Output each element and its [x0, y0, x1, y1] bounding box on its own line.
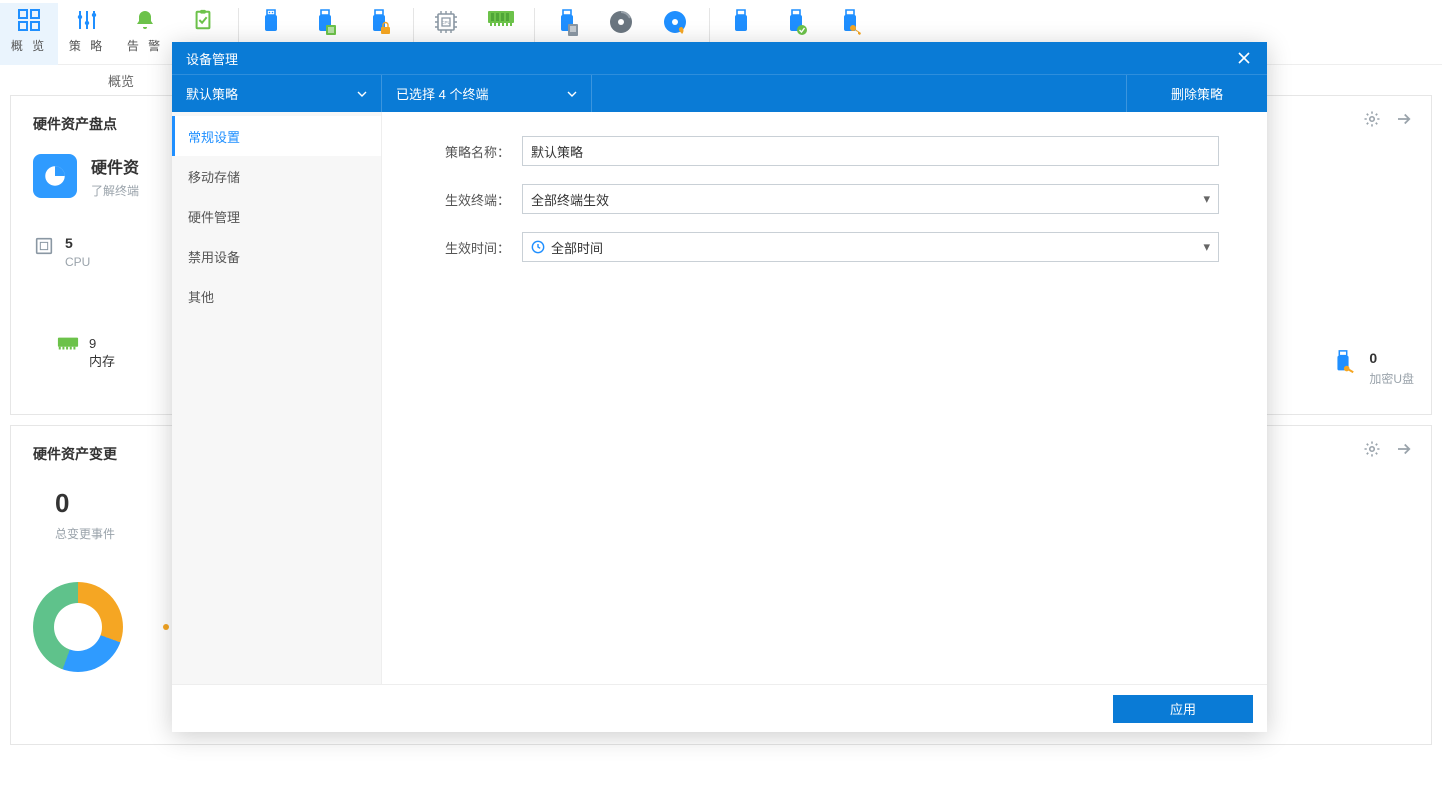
chevron-down-icon: [357, 89, 367, 99]
stat-mem-row: 9 内存: [57, 336, 115, 370]
form-area: 策略名称： 默认策略 生效终端： 全部终端生效 ▾ 生效时间： 全部时间: [382, 112, 1267, 684]
panel-actions: [1363, 440, 1413, 461]
sidebar-item-general[interactable]: 常规设置: [172, 116, 381, 156]
asset-logo-icon: [33, 154, 77, 198]
usb-cert-icon: [783, 9, 811, 37]
usb-key-small-icon: [1331, 350, 1357, 376]
terminal-dropdown-label: 已选择 4 个终端: [396, 84, 488, 103]
usb-doc-icon: [554, 9, 582, 37]
device-manage-modal: 设备管理 默认策略 已选择 4 个终端 删除策略 常规设置 移动存储 硬件管理 …: [172, 42, 1267, 732]
donut-chart: [33, 582, 123, 672]
close-icon: [1238, 52, 1250, 64]
asset-card-sub: 了解终端: [91, 182, 139, 199]
row-policy-name: 策略名称： 默认策略: [430, 136, 1219, 166]
modal-sidebar: 常规设置 移动存储 硬件管理 禁用设备 其他: [172, 112, 382, 684]
svg-text:CPU: CPU: [441, 20, 451, 25]
arrow-right-icon[interactable]: [1395, 110, 1413, 131]
disc-burn-icon: [662, 9, 690, 37]
stat-mem-num: 9: [89, 336, 115, 351]
gear-icon[interactable]: [1363, 110, 1381, 131]
delete-policy-label: 删除策略: [1171, 84, 1223, 103]
arrow-right-icon[interactable]: [1395, 440, 1413, 461]
panel-actions: [1363, 110, 1413, 131]
sidebar-item-label: 其他: [188, 287, 214, 306]
select-scope[interactable]: 全部终端生效 ▾: [522, 184, 1219, 214]
stat-cpu: 5 CPU: [33, 235, 153, 269]
breadcrumb-text: 概览: [108, 74, 134, 89]
cpu-icon: CPU: [433, 9, 461, 37]
sidebar-item-label: 常规设置: [188, 127, 240, 146]
delete-policy-button[interactable]: 删除策略: [1127, 75, 1267, 112]
legend-dot-icon: [163, 624, 169, 630]
terminal-dropdown[interactable]: 已选择 4 个终端: [382, 75, 592, 112]
usb-key-icon: [837, 9, 865, 37]
input-policy-name-value: 默认策略: [531, 142, 583, 161]
policy-dropdown[interactable]: 默认策略: [172, 75, 382, 112]
chevron-down-icon: ▾: [1203, 239, 1210, 255]
disc-icon: [608, 9, 636, 37]
usb-lock-icon: [366, 9, 394, 37]
select-scope-value: 全部终端生效: [531, 190, 609, 209]
sliders-icon: [74, 7, 100, 33]
usb-plain-icon: [729, 9, 757, 37]
stat-cpu-num: 5: [65, 235, 90, 251]
usb-list-icon: [312, 9, 340, 37]
asset-card-title: 硬件资: [91, 154, 139, 178]
modal-title: 设备管理: [186, 49, 238, 68]
usb-icon: [258, 9, 286, 37]
grid-icon: [16, 7, 42, 33]
alert-tab[interactable]: 告 警: [116, 3, 174, 65]
row-time: 生效时间： 全部时间 ▾: [430, 232, 1219, 262]
chevron-down-icon: ▾: [1203, 191, 1210, 207]
policy-dropdown-label: 默认策略: [186, 84, 238, 103]
overview-tab[interactable]: 概 览: [0, 3, 58, 65]
modal-footer: 应用: [172, 684, 1267, 732]
clipboard-check-icon: [190, 7, 216, 33]
right-stat-num: 0: [1369, 350, 1414, 366]
sidebar-item-other[interactable]: 其他: [172, 276, 381, 316]
right-stat-label: 加密U盘: [1369, 370, 1414, 387]
modal-body: 常规设置 移动存储 硬件管理 禁用设备 其他 策略名称： 默认策略 生效终端： …: [172, 112, 1267, 684]
sidebar-item-label: 移动存储: [188, 167, 240, 186]
select-time-value: 全部时间: [551, 238, 603, 257]
right-stat-encrypted-usb: 0 加密U盘: [1331, 350, 1414, 387]
overview-tab-label: 概 览: [11, 37, 47, 54]
alert-tab-label: 告 警: [127, 37, 163, 54]
apply-button[interactable]: 应用: [1113, 695, 1253, 723]
close-button[interactable]: [1235, 49, 1253, 67]
sidebar-item-label: 硬件管理: [188, 207, 240, 226]
sidebar-item-removable[interactable]: 移动存储: [172, 156, 381, 196]
gear-icon[interactable]: [1363, 440, 1381, 461]
input-policy-name[interactable]: 默认策略: [522, 136, 1219, 166]
label-policy-name: 策略名称：: [430, 142, 510, 161]
modal-toolbar: 默认策略 已选择 4 个终端 删除策略: [172, 74, 1267, 112]
bell-icon: [132, 7, 158, 33]
chevron-down-icon: [567, 89, 577, 99]
row-scope: 生效终端： 全部终端生效 ▾: [430, 184, 1219, 214]
memory-icon: [487, 9, 515, 37]
policy-tab[interactable]: 策 略: [58, 3, 116, 65]
clock-icon: [531, 240, 545, 254]
select-time[interactable]: 全部时间 ▾: [522, 232, 1219, 262]
sidebar-item-disable[interactable]: 禁用设备: [172, 236, 381, 276]
policy-tab-label: 策 略: [69, 37, 105, 54]
memory-stat-icon: [57, 336, 79, 370]
toolbar-spacer: [592, 75, 1127, 112]
label-time: 生效时间：: [430, 238, 510, 257]
label-scope: 生效终端：: [430, 190, 510, 209]
sidebar-item-hardware[interactable]: 硬件管理: [172, 196, 381, 236]
stat-cpu-label: CPU: [65, 255, 90, 269]
stat-mem-label: 内存: [89, 351, 115, 370]
cpu-stat-icon: [33, 235, 55, 257]
sidebar-item-label: 禁用设备: [188, 247, 240, 266]
modal-titlebar: 设备管理: [172, 42, 1267, 74]
apply-button-label: 应用: [1170, 702, 1196, 717]
